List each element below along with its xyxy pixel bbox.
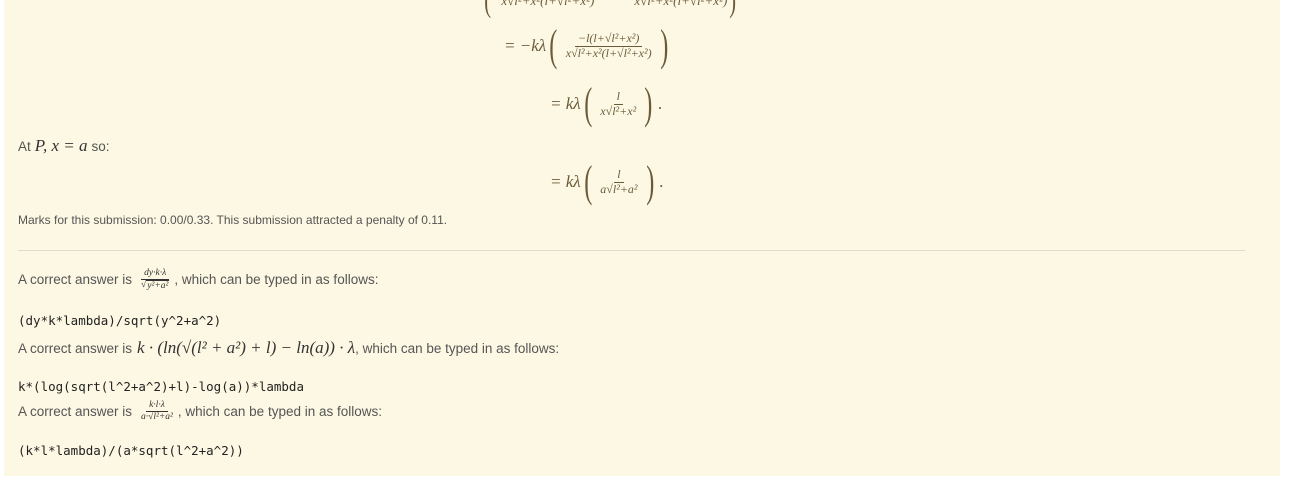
derivation-line-3-numerator: l <box>614 167 624 183</box>
answer-3-code: (k*l*lambda)/(a*sqrt(l^2+a^2)) <box>18 443 244 458</box>
derivation-line-3-period: . <box>659 172 664 191</box>
derivation-line-2-period: . <box>657 94 663 113</box>
derivation-line-1-numerator: −l(l+√l²+x²) <box>574 31 643 47</box>
answer-3-suffix: , which can be typed in as follows: <box>177 403 382 419</box>
answer-1-suffix: , which can be typed in as follows: <box>174 272 379 288</box>
at-p-sentence: At P, x = a so: <box>18 136 110 156</box>
answer-2-prefix: A correct answer is <box>18 340 133 356</box>
divider <box>18 250 1245 251</box>
correct-answer-2: A correct answer is k · (ln(√(l² + a²) +… <box>18 338 559 358</box>
derivation-line-2-denominator: x√l²+x² <box>600 103 637 118</box>
at-p-math: P, x = a <box>34 136 88 155</box>
derivation-line-2-numerator: l <box>613 89 623 105</box>
at-p-suffix: so: <box>91 139 110 154</box>
derivation-line-1-eq: = −kλ <box>504 36 547 55</box>
derivation-line-1-denominator: x√l²+x²(l+√l²+x²) <box>565 45 652 60</box>
at-p-label: At <box>18 139 31 154</box>
marks-summary: Marks for this submission: 0.00/0.33. Th… <box>18 213 448 227</box>
derivation-line-2: = kλ ( l x√l²+x² ) . <box>550 79 663 128</box>
answer-3-prefix: A correct answer is <box>18 403 133 419</box>
derivation-line-1: = −kλ ( −l(l+√l²+x²) x√l²+x²(l+√l²+x²) ) <box>504 21 668 70</box>
answer-2-suffix: , which can be typed in as follows: <box>355 340 560 356</box>
answer-2-math: k · (ln(√(l² + a²) + l) − ln(a)) · λ <box>137 338 356 357</box>
answer-3-numerator: k·l·λ <box>146 400 168 412</box>
derivation-line-2-eq: = kλ <box>550 94 581 113</box>
answer-1-denominator: y²+a² <box>146 279 170 291</box>
derivation-line-3: = kλ ( l a√l²+a² ) . <box>550 157 664 206</box>
derivation-line-3-eq: = kλ <box>550 172 581 191</box>
derivation-line-top-cutoff: ( x√l²+x²(l+√l²+x²) x√l²+x²(l+√l²+x²) ) <box>484 0 737 19</box>
correct-answer-1: A correct answer is dy·k·λ √ y²+a² , whic… <box>18 268 379 291</box>
answer-1-code: (dy*k*lambda)/sqrt(y^2+a^2) <box>18 313 222 328</box>
answer-1-numerator: dy·k·λ <box>141 268 170 280</box>
feedback-panel: ( x√l²+x²(l+√l²+x²) x√l²+x²(l+√l²+x²) ) … <box>4 0 1280 476</box>
answer-1-prefix: A correct answer is <box>18 272 133 288</box>
correct-answer-3: A correct answer is k·l·λ a·√l²+a² , whi… <box>18 400 382 423</box>
answer-2-code: k*(log(sqrt(l^2+a^2)+l)-log(a))*lambda <box>18 379 304 394</box>
derivation-line-3-denominator: a√l²+a² <box>600 181 638 196</box>
answer-3-denominator: a·√l²+a² <box>141 411 173 422</box>
